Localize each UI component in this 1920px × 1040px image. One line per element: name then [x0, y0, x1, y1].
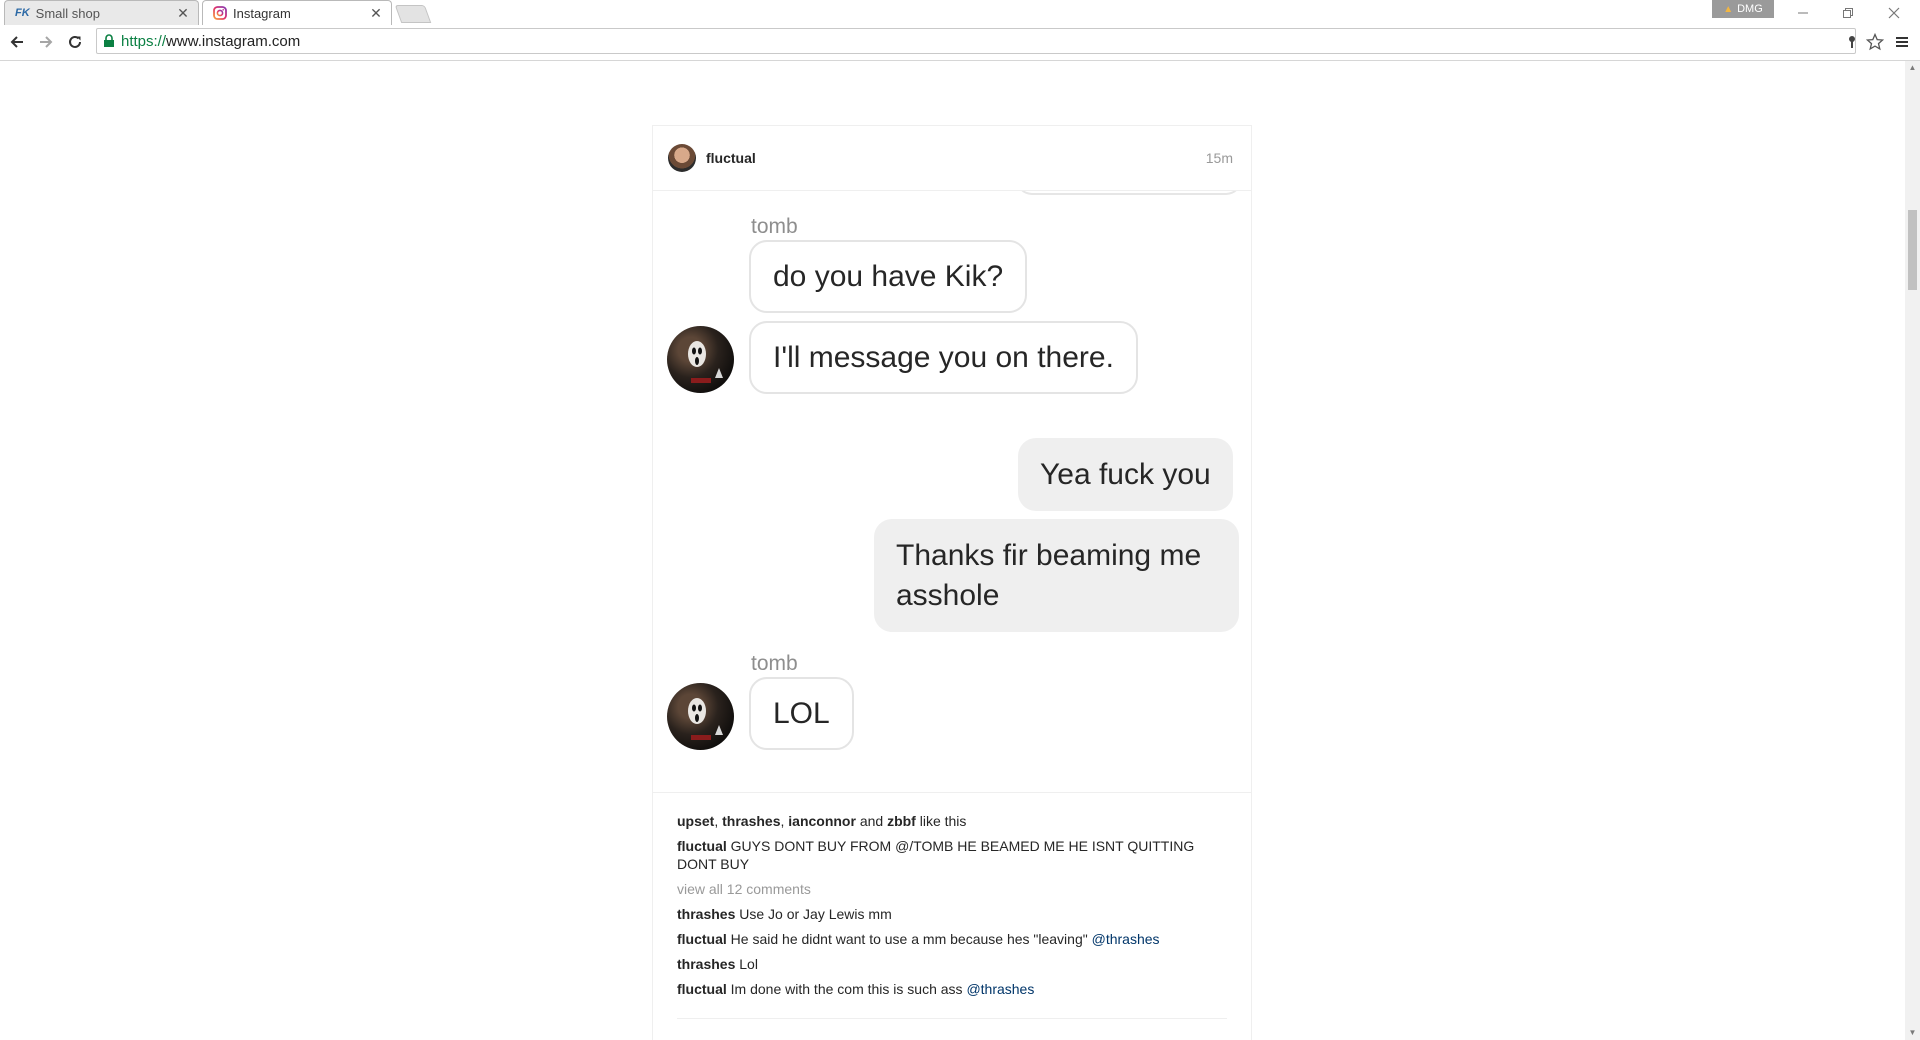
tab-small-shop[interactable]: FK Small shop ✕ — [4, 0, 199, 25]
comment-mention[interactable]: @thrashes — [1092, 931, 1160, 947]
view-all-comments-link[interactable]: view all 12 comments — [677, 880, 1227, 898]
minimize-button[interactable] — [1781, 0, 1825, 25]
lock-icon — [103, 34, 115, 48]
scroll-up-icon[interactable]: ▲ — [1905, 61, 1920, 75]
restore-icon — [1843, 7, 1853, 18]
message-bubble-in: LOL — [749, 677, 854, 750]
like-user[interactable]: thrashes — [722, 813, 780, 829]
comment-username[interactable]: thrashes — [677, 956, 735, 972]
tab-title: Instagram — [233, 5, 291, 21]
star-icon — [1866, 33, 1884, 51]
reload-icon — [69, 35, 81, 48]
tab-title: Small shop — [35, 5, 100, 21]
vertical-scrollbar[interactable]: ▲ ▼ — [1905, 61, 1920, 1040]
comment-text: Lol — [739, 956, 758, 972]
tab-close-icon[interactable]: ✕ — [367, 5, 385, 22]
fk-favicon-icon: FK — [15, 7, 30, 19]
previous-message-bubble — [1016, 191, 1242, 195]
hamburger-menu-icon — [1896, 37, 1908, 47]
sender-avatar — [667, 683, 734, 750]
like-user[interactable]: ianconnor — [788, 813, 856, 829]
post-footer: upset, thrashes, ianconnor and zbbf like… — [653, 792, 1251, 998]
scroll-down-icon[interactable]: ▼ — [1905, 1026, 1920, 1040]
close-icon — [1888, 7, 1900, 18]
menu-button[interactable] — [1892, 29, 1912, 55]
warning-icon: ▲ — [1723, 3, 1734, 15]
post-card: fluctual 15m tomb do you have Kik? I'll … — [652, 125, 1252, 1040]
address-bar[interactable]: https://www.instagram.com — [96, 28, 1856, 54]
minimize-icon — [1798, 12, 1808, 13]
caption-username[interactable]: fluctual — [677, 838, 727, 854]
comment-divider — [677, 1018, 1227, 1019]
comment: thrashes Lol — [677, 955, 1227, 973]
message-bubble-in: do you have Kik? — [749, 240, 1028, 313]
restore-button[interactable] — [1826, 0, 1870, 25]
new-tab-button[interactable] — [394, 5, 432, 23]
tab-close-icon[interactable]: ✕ — [174, 5, 192, 22]
arrow-left-icon — [10, 36, 23, 48]
scrollbar-thumb[interactable] — [1908, 210, 1917, 290]
browser-toolbar: https://www.instagram.com — [0, 25, 1920, 61]
tab-instagram[interactable]: Instagram ✕ — [202, 0, 392, 25]
comment-text: Use Jo or Jay Lewis mm — [739, 906, 892, 922]
instagram-icon — [213, 6, 227, 20]
profile-button[interactable]: ▲ DMG — [1712, 0, 1774, 18]
close-window-button[interactable] — [1872, 0, 1916, 25]
forward-button[interactable] — [33, 29, 59, 55]
caption: fluctual GUYS DONT BUY FROM @/TOMB HE BE… — [677, 837, 1227, 873]
sender-name: tomb — [751, 652, 798, 675]
likes-suffix: like this — [919, 813, 967, 829]
comment-text: He said he didnt want to use a mm becaus… — [730, 931, 1088, 947]
tab-strip: FK Small shop ✕ Instagram ✕ ▲ DMG — [0, 0, 1920, 25]
comment-username[interactable]: fluctual — [677, 981, 727, 997]
sender-name: tomb — [751, 215, 798, 238]
back-button[interactable] — [4, 29, 30, 55]
post-username[interactable]: fluctual — [706, 150, 756, 166]
reload-button[interactable] — [62, 29, 88, 55]
avatar[interactable] — [668, 144, 696, 172]
comment-text: Im done with the com this is such ass — [730, 981, 963, 997]
like-user[interactable]: upset — [677, 813, 714, 829]
caption-text: GUYS DONT BUY FROM @/TOMB HE BEAMED ME H… — [677, 838, 1195, 872]
url-host: www.instagram.com — [166, 32, 301, 50]
message-bubble-out: Yea fuck you — [1018, 438, 1233, 511]
key-icon — [1849, 36, 1855, 48]
key-button[interactable] — [1842, 29, 1862, 55]
comment: fluctual Im done with the com this is su… — [677, 980, 1227, 998]
bookmark-star-button[interactable] — [1864, 29, 1886, 55]
comment: fluctual He said he didnt want to use a … — [677, 930, 1227, 948]
comment: thrashes Use Jo or Jay Lewis mm — [677, 905, 1227, 923]
message-bubble-in: I'll message you on there. — [749, 321, 1138, 394]
arrow-right-icon — [40, 36, 53, 48]
url-scheme: https:// — [121, 32, 167, 50]
comment-username[interactable]: thrashes — [677, 906, 735, 922]
sender-avatar — [667, 326, 734, 393]
post-header: fluctual 15m — [653, 126, 1251, 191]
message-bubble-out: Thanks fir beaming me asshole — [874, 519, 1239, 632]
likes-line: upset, thrashes, ianconnor and zbbf like… — [677, 813, 967, 829]
comment-username[interactable]: fluctual — [677, 931, 727, 947]
post-timestamp[interactable]: 15m — [1206, 150, 1233, 166]
like-user[interactable]: zbbf — [887, 813, 916, 829]
post-image[interactable]: tomb do you have Kik? I'll message you o… — [653, 191, 1251, 791]
likes-and: and — [859, 813, 884, 829]
profile-label: DMG — [1737, 3, 1763, 15]
comment-mention[interactable]: @thrashes — [966, 981, 1034, 997]
